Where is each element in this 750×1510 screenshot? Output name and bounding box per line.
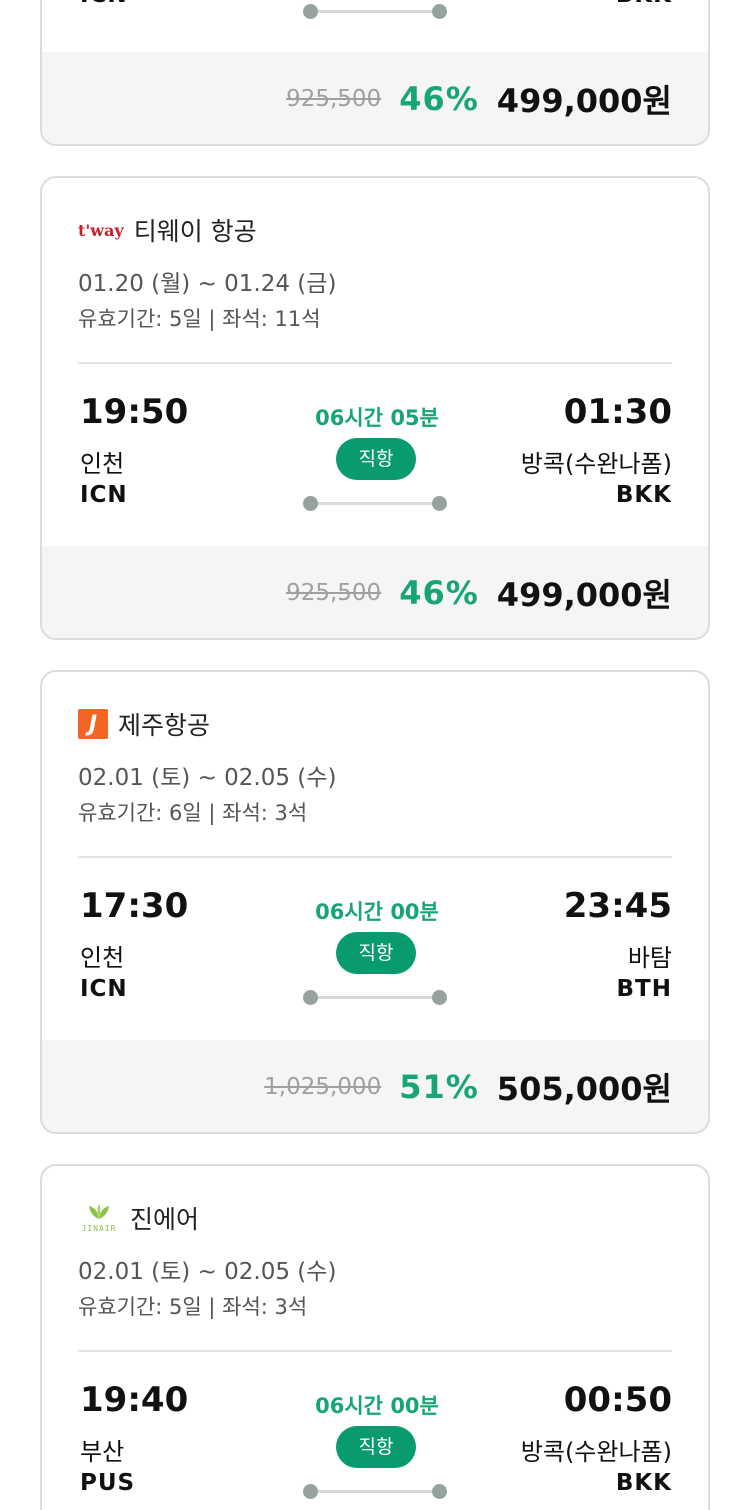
route-end-dot: [432, 990, 447, 1005]
original-price: 1,025,000: [264, 1074, 382, 1100]
departure-time: 17:30: [80, 886, 189, 926]
sale-price: 505,000원: [496, 1070, 672, 1108]
travel-dates: 01.20 (월) ~ 01.24 (금): [78, 271, 337, 297]
route-start-dot: [303, 4, 318, 19]
departure-code: ICN: [80, 0, 128, 8]
original-price: 925,500: [286, 580, 382, 606]
departure-time: 19:50: [80, 392, 189, 432]
arrival-code: BKK: [615, 482, 672, 508]
airline-header: t'way 티웨이 항공: [78, 210, 257, 250]
airline-header: JINAIR 진에어: [78, 1198, 199, 1238]
price-bar: 925,500 46% 499,000원: [42, 546, 708, 638]
arrival-city: 방콕(수완나폼): [520, 1438, 672, 1466]
route-start-dot: [303, 496, 318, 511]
divider: [78, 856, 672, 858]
flight-card-partial[interactable]: ICN BKK 925,500 46% 499,000원: [40, 0, 710, 146]
airline-name: 진에어: [130, 1205, 200, 1234]
flight-duration: 06시간 00분: [315, 900, 439, 924]
sale-price: 499,000원: [496, 82, 672, 120]
route-line: [310, 996, 442, 999]
arrival-time: 01:30: [563, 392, 672, 432]
direct-flight-badge: 직항: [336, 932, 416, 974]
arrival-code: BTH: [616, 976, 672, 1002]
departure-code: ICN: [80, 976, 128, 1002]
discount-rate: 46%: [399, 574, 479, 612]
discount-rate: 51%: [399, 1068, 479, 1106]
flight-card[interactable]: JINAIR 진에어 02.01 (토) ~ 02.05 (수) 유효기간: 5…: [40, 1164, 710, 1510]
arrival-time: 00:50: [563, 1380, 672, 1420]
validity-seats: 유효기간: 5일 | 좌석: 3석: [78, 1295, 308, 1319]
direct-flight-badge: 직항: [336, 438, 416, 480]
sale-price: 499,000원: [496, 576, 672, 614]
departure-code: PUS: [80, 1470, 136, 1496]
jinair-logo-icon: JINAIR: [78, 1203, 120, 1233]
original-price: 925,500: [286, 86, 382, 112]
discount-rate: 46%: [399, 80, 479, 118]
arrival-code: BKK: [616, 0, 672, 8]
arrival-time: 23:45: [563, 886, 672, 926]
arrival-city: 바탐: [627, 944, 672, 972]
price-bar: 1,025,000 51% 505,000원: [42, 1040, 708, 1132]
jejuair-logo-icon: J: [78, 709, 108, 739]
route-end-dot: [432, 496, 447, 511]
departure-time: 19:40: [80, 1380, 189, 1420]
travel-dates: 02.01 (토) ~ 02.05 (수): [78, 1259, 337, 1285]
airline-header: J 제주항공: [78, 704, 210, 744]
route-start-dot: [303, 990, 318, 1005]
flight-card[interactable]: t'way 티웨이 항공 01.20 (월) ~ 01.24 (금) 유효기간:…: [40, 176, 710, 640]
flight-card[interactable]: J 제주항공 02.01 (토) ~ 02.05 (수) 유효기간: 6일 | …: [40, 670, 710, 1134]
flight-duration: 06시간 00분: [315, 1394, 439, 1418]
airline-name: 제주항공: [118, 711, 211, 740]
validity-seats: 유효기간: 5일 | 좌석: 11석: [78, 307, 321, 331]
divider: [78, 1350, 672, 1352]
departure-city: 인천: [80, 450, 125, 478]
direct-flight-badge: 직항: [336, 1426, 416, 1468]
departure-city: 부산: [80, 1438, 125, 1466]
route-line: [310, 1490, 442, 1493]
flight-duration: 06시간 05분: [315, 406, 439, 430]
validity-seats: 유효기간: 6일 | 좌석: 3석: [78, 801, 308, 825]
tway-logo-icon: t'way: [78, 220, 124, 240]
route-start-dot: [303, 1484, 318, 1499]
route-line: [310, 10, 442, 13]
travel-dates: 02.01 (토) ~ 02.05 (수): [78, 765, 337, 791]
arrival-city: 방콕(수완나폼): [520, 450, 672, 478]
price-bar: 925,500 46% 499,000원: [42, 52, 708, 144]
route-end-dot: [432, 4, 447, 19]
departure-code: ICN: [80, 482, 128, 508]
arrival-code: BKK: [615, 1470, 672, 1496]
route-end-dot: [432, 1484, 447, 1499]
departure-city: 인천: [80, 944, 125, 972]
airline-name: 티웨이 항공: [133, 217, 257, 246]
route-line: [310, 502, 442, 505]
divider: [78, 362, 672, 364]
